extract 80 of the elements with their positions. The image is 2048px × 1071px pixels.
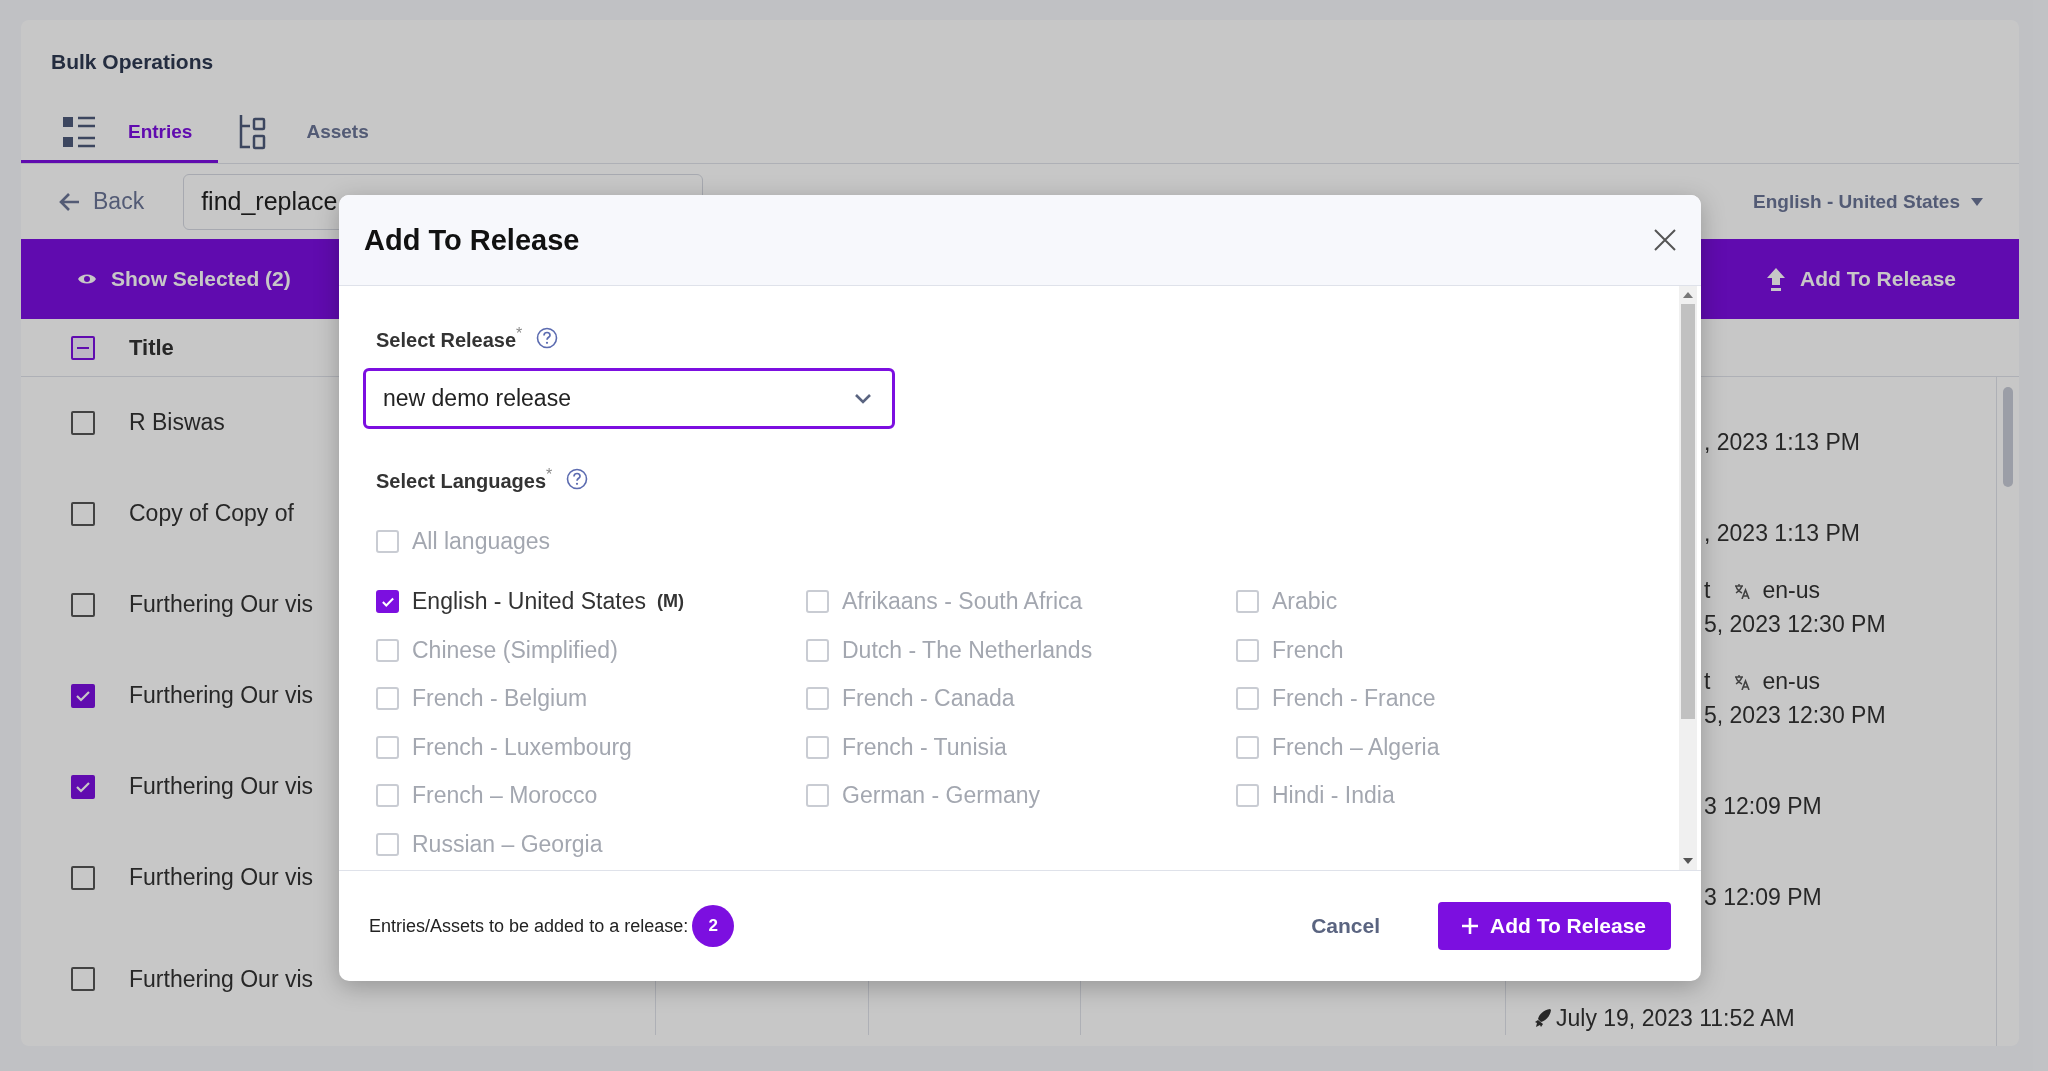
checkbox-label: All languages: [412, 527, 551, 555]
modified-date: , 2023 1:13 PM: [1704, 520, 1860, 547]
row-checkbox[interactable]: [71, 865, 95, 890]
help-icon[interactable]: [566, 468, 589, 490]
field-label: Select Release$^{*}$: [376, 324, 523, 352]
checkbox[interactable]: [376, 590, 399, 614]
modified-date: 5, 2023 12:30 PM: [1704, 702, 1886, 729]
release-select[interactable]: new demo release: [363, 368, 895, 429]
entry-title: Furthering Our vis: [129, 591, 314, 618]
back-arrow-icon: [59, 191, 81, 212]
add-to-release-button[interactable]: Add To Release: [1760, 266, 1962, 292]
translate-icon: [1734, 673, 1751, 690]
column-header: Title: [129, 334, 174, 361]
modified-date: 3 12:09 PM: [1704, 793, 1822, 820]
cell-text: t: [1704, 668, 1711, 695]
scroll-down-icon[interactable]: [1683, 858, 1693, 864]
field-label: Select Languages$^{*}$: [376, 465, 553, 493]
check-icon: [74, 688, 92, 703]
row-checkbox[interactable]: [71, 967, 95, 991]
checkbox-label: French - France: [1272, 685, 1436, 713]
checkbox-label: Afrikaans - South Africa: [842, 588, 1083, 616]
entry-title: Furthering Our vis: [129, 965, 314, 993]
selection-count-label: Entries/Assets to be added to a release:: [369, 915, 689, 937]
count-badge: 2: [692, 905, 735, 947]
scrollbar-thumb[interactable]: [2003, 387, 2013, 487]
row-checkbox[interactable]: [71, 683, 95, 708]
checkbox-label: Hindi - India: [1272, 782, 1395, 810]
entry-title: Furthering Our vis: [129, 773, 314, 800]
checkbox-label: French - Canada: [842, 685, 1015, 713]
layout-icon: [238, 113, 267, 150]
list-icon: [62, 114, 96, 149]
locale-dropdown[interactable]: English - United States: [1747, 189, 1990, 214]
modified-date: 3 12:09 PM: [1704, 884, 1822, 911]
chevron-down-icon: [854, 392, 872, 405]
cell-text: t: [1704, 577, 1711, 604]
plus-icon: [1460, 916, 1480, 936]
entry-title: Furthering Our vis: [129, 682, 314, 709]
dialog-title: Add To Release: [364, 223, 581, 257]
locale-code: en-us: [1762, 668, 1820, 695]
checkbox-label: English - United States: [412, 588, 646, 616]
modified-date: , 2023 1:13 PM: [1704, 429, 1860, 456]
check-icon: [379, 595, 396, 608]
checkbox-label: Russian – Georgia: [412, 830, 603, 858]
scrollbar-thumb[interactable]: [1681, 304, 1695, 719]
checkbox-label: French - Belgium: [412, 685, 588, 713]
help-icon[interactable]: [536, 327, 559, 349]
locale-code: en-us: [1762, 577, 1820, 604]
entry-title: Furthering Our vis: [129, 864, 314, 891]
checkbox-label: Arabic: [1272, 588, 1338, 616]
cancel-button[interactable]: Cancel: [1305, 913, 1386, 939]
check-icon: [74, 779, 92, 794]
show-selected-button[interactable]: Show Selected (2): [71, 266, 297, 292]
checkbox-label: French - Luxembourg: [412, 733, 632, 761]
modified-date: July 19, 2023 11:52 AM: [1556, 1004, 1795, 1032]
row-checkbox[interactable]: [71, 774, 95, 799]
eye-icon: [77, 272, 97, 286]
page-title: Bulk Operations: [51, 49, 214, 74]
checkbox-label: French - Tunisia: [842, 733, 1007, 761]
checkbox-label: French – Algeria: [1272, 733, 1440, 761]
scroll-up-icon[interactable]: [1683, 292, 1693, 298]
master-tag: (M): [656, 591, 684, 613]
checkbox-label: German - Germany: [842, 782, 1041, 810]
add-to-release-button[interactable]: Add To Release: [1438, 902, 1671, 950]
checkbox-label: Dutch - The Netherlands: [842, 636, 1093, 664]
row-checkbox[interactable]: [71, 410, 95, 435]
checkbox-label: Chinese (Simplified): [412, 636, 618, 664]
tab[interactable]: Assets: [218, 103, 395, 163]
translate-icon: [1734, 582, 1751, 599]
modified-date: 5, 2023 12:30 PM: [1704, 611, 1886, 638]
checkbox-label: French – Morocco: [412, 782, 598, 810]
select-all-checkbox[interactable]: [71, 335, 95, 360]
row-checkbox[interactable]: [71, 501, 95, 526]
entry-title: R Biswas: [129, 409, 225, 436]
caret-icon: [1970, 196, 1984, 207]
row-checkbox[interactable]: [71, 592, 95, 617]
upload-icon: [1766, 267, 1786, 291]
back-button[interactable]: Back: [53, 187, 151, 216]
tab[interactable]: Entries: [21, 103, 219, 163]
checkbox-label: French: [1272, 636, 1344, 664]
entry-title: Copy of Copy of: [129, 500, 294, 527]
